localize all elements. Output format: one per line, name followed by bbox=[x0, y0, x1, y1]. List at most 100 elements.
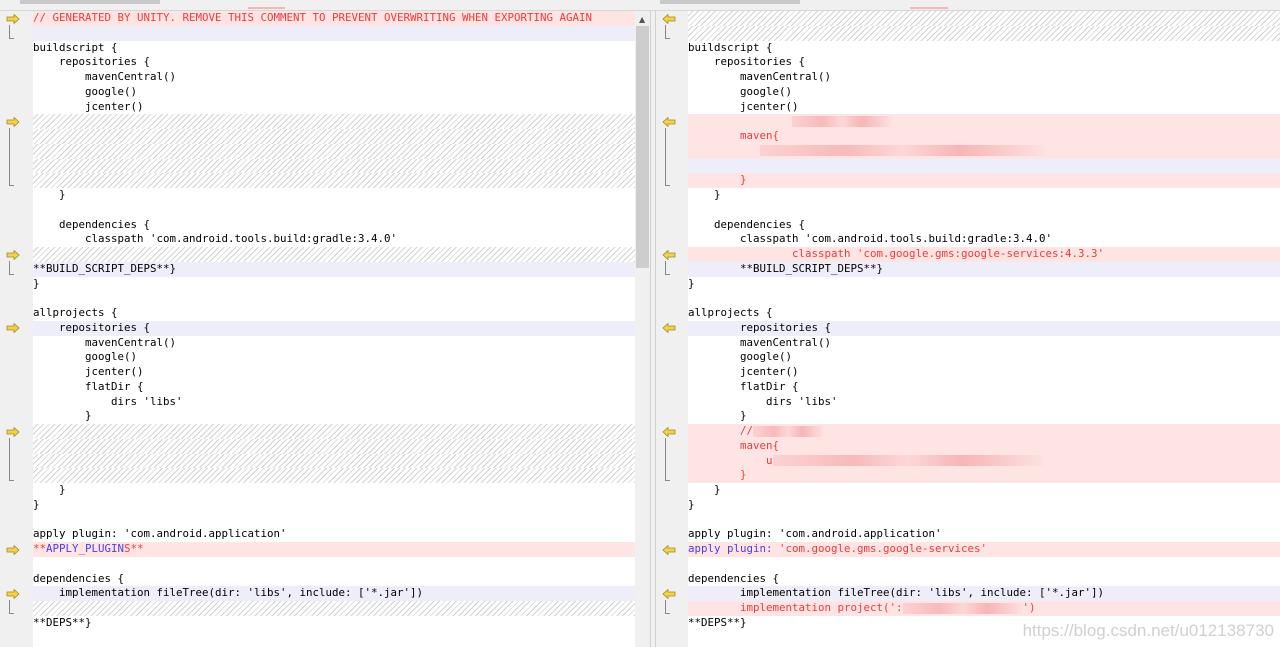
code-line: buildscript { bbox=[688, 41, 1280, 56]
code-line: buildscript { bbox=[33, 41, 635, 56]
missing-line-placeholder bbox=[33, 453, 635, 469]
code-text: APPLY_PLUGIN bbox=[46, 542, 125, 555]
redacted-text bbox=[772, 455, 1043, 466]
copy-left-arrow-icon[interactable] bbox=[662, 13, 676, 24]
code-text: dependencies { bbox=[688, 571, 780, 585]
copy-right-arrow-icon[interactable] bbox=[6, 249, 20, 260]
code-text: **DEPS**} bbox=[688, 615, 747, 629]
code-line: } bbox=[33, 483, 635, 498]
code-line: **APPLY_PLUGINS** bbox=[33, 542, 635, 557]
code-line: repositories { bbox=[688, 55, 1280, 70]
missing-line-placeholder bbox=[33, 173, 635, 188]
code-text: } bbox=[33, 188, 66, 201]
redacted-text bbox=[792, 115, 893, 127]
copy-right-arrow-icon[interactable] bbox=[6, 426, 20, 437]
code-line: apply plugin: 'com.google.gms.google-ser… bbox=[688, 542, 1280, 557]
code-line: google() bbox=[688, 85, 1280, 100]
code-line: jcenter() bbox=[33, 100, 635, 115]
code-text: mavenCentral() bbox=[688, 335, 832, 349]
file-header-bar bbox=[0, 0, 1280, 11]
code-text: classpath 'com.android.tools.build:gradl… bbox=[33, 232, 398, 246]
code-text: } bbox=[33, 497, 40, 511]
redacted-text bbox=[759, 145, 1045, 157]
copy-right-arrow-icon[interactable] bbox=[6, 116, 20, 127]
code-line: google() bbox=[33, 350, 635, 365]
code-text: 'com.google.gms.google-services' bbox=[779, 542, 988, 555]
code-line: **DEPS**} bbox=[33, 616, 635, 631]
missing-line-placeholder bbox=[33, 424, 635, 439]
code-text: google() bbox=[33, 84, 138, 98]
missing-line-placeholder bbox=[688, 25, 1280, 41]
code-line: } bbox=[33, 498, 635, 513]
code-text: google() bbox=[688, 350, 793, 364]
left-vertical-scrollbar[interactable]: ▲ bbox=[635, 11, 650, 647]
code-line: maven{ bbox=[688, 129, 1280, 144]
diff-block-bracket bbox=[9, 25, 14, 39]
code-line: apply plugin: 'com.android.application' bbox=[688, 527, 1280, 542]
left-file-info bbox=[20, 0, 160, 4]
scroll-up-icon[interactable]: ▲ bbox=[639, 15, 645, 24]
code-line: // bbox=[688, 424, 1280, 439]
copy-right-arrow-icon[interactable] bbox=[6, 544, 20, 555]
right-code-view[interactable]: buildscript { repositories { mavenCentra… bbox=[688, 11, 1280, 647]
code-line: } bbox=[688, 409, 1280, 424]
code-line: flatDir { bbox=[33, 380, 635, 395]
code-text: apply plugin: 'com.android.application' bbox=[33, 527, 287, 541]
right-file-info bbox=[660, 0, 800, 4]
code-line: } bbox=[688, 498, 1280, 513]
copy-left-arrow-icon[interactable] bbox=[662, 588, 676, 599]
code-line: allprojects { bbox=[688, 306, 1280, 321]
left-diff-gutter bbox=[0, 11, 33, 647]
code-line: jcenter() bbox=[688, 100, 1280, 115]
copy-left-arrow-icon[interactable] bbox=[662, 426, 676, 437]
code-text: buildscript { bbox=[688, 40, 773, 54]
right-encoding-tab[interactable] bbox=[910, 7, 948, 9]
code-line: implementation project(': ') bbox=[688, 601, 1280, 616]
code-text: apply plugin: bbox=[688, 542, 780, 555]
code-text: repositories { bbox=[33, 320, 151, 334]
code-line: implementation fileTree(dir: 'libs', inc… bbox=[33, 586, 635, 601]
diff-block-bracket bbox=[9, 261, 14, 275]
copy-right-arrow-icon[interactable] bbox=[6, 588, 20, 599]
code-line: mavenCentral() bbox=[688, 70, 1280, 85]
missing-line-placeholder bbox=[33, 468, 635, 483]
code-line: } bbox=[688, 483, 1280, 498]
missing-line-placeholder bbox=[33, 114, 635, 129]
copy-left-arrow-icon[interactable] bbox=[662, 249, 676, 260]
copy-left-arrow-icon[interactable] bbox=[662, 116, 676, 127]
copy-left-arrow-icon[interactable] bbox=[662, 323, 676, 334]
code-text: dependencies { bbox=[33, 571, 125, 585]
code-text: jcenter() bbox=[688, 365, 799, 378]
code-text: jcenter() bbox=[688, 99, 799, 113]
code-text: mavenCentral() bbox=[688, 70, 832, 83]
code-line: mavenCentral() bbox=[33, 70, 635, 85]
code-line: google() bbox=[33, 85, 635, 100]
code-text: } bbox=[33, 409, 92, 423]
code-text: classpath 'com.google.gms:google-service… bbox=[688, 247, 1105, 260]
code-line: dependencies { bbox=[33, 218, 635, 233]
code-text: } bbox=[33, 483, 66, 496]
code-text: maven{ bbox=[688, 438, 780, 452]
left-code-view[interactable]: // GENERATED BY UNITY. REMOVE THIS COMME… bbox=[33, 11, 635, 647]
code-text: **BUILD_SCRIPT_DEPS**} bbox=[33, 261, 177, 275]
left-encoding-tab[interactable] bbox=[248, 7, 285, 9]
code-line: mavenCentral() bbox=[688, 336, 1280, 351]
copy-right-arrow-icon[interactable] bbox=[6, 13, 20, 24]
code-line: mavenCentral() bbox=[33, 336, 635, 351]
code-text: } bbox=[688, 468, 747, 482]
code-line bbox=[33, 25, 635, 41]
scrollbar-thumb[interactable] bbox=[636, 26, 649, 268]
code-line bbox=[688, 114, 1280, 129]
code-line: **BUILD_SCRIPT_DEPS**} bbox=[33, 261, 635, 277]
code-text: repositories { bbox=[33, 55, 151, 69]
diff-block-bracket bbox=[665, 261, 670, 275]
missing-line-placeholder bbox=[33, 129, 635, 144]
copy-left-arrow-icon[interactable] bbox=[662, 544, 676, 555]
code-line: allprojects { bbox=[33, 306, 635, 321]
copy-right-arrow-icon[interactable] bbox=[6, 323, 20, 334]
missing-line-placeholder bbox=[33, 158, 635, 174]
redacted-text bbox=[902, 602, 1023, 614]
diff-block-bracket bbox=[665, 128, 670, 186]
